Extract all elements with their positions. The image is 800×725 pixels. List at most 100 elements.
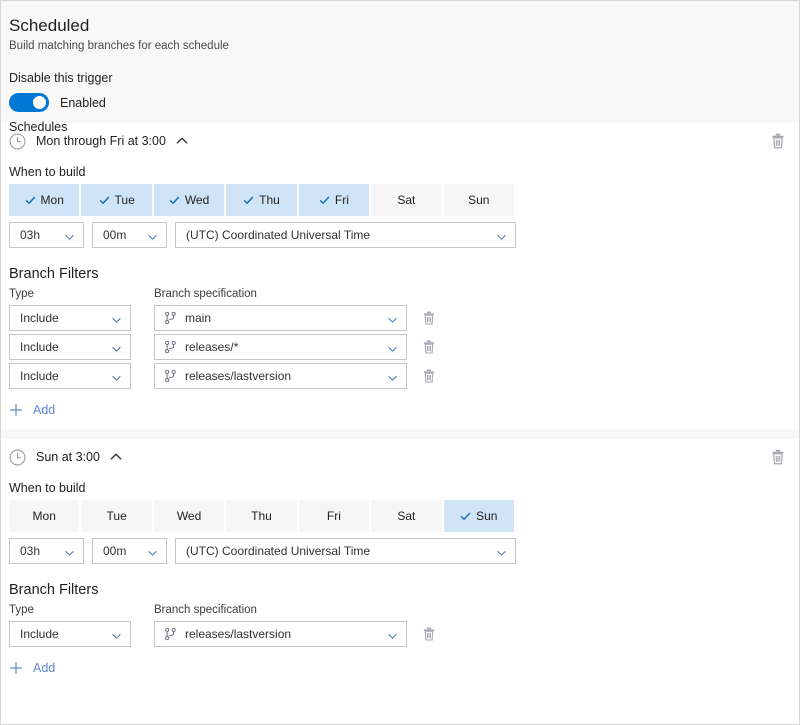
- branch-filter-row: Include main: [1, 305, 799, 331]
- clock-icon: [9, 449, 26, 466]
- branch-filter-row: Include releases/lastversion: [1, 363, 799, 389]
- day-toggle-thu[interactable]: Thu: [226, 500, 298, 532]
- day-selector: Mon Tue Wed Thu Fri SatSun: [9, 184, 514, 216]
- day-toggle-sun[interactable]: Sun: [444, 500, 514, 532]
- timezone-value: (UTC) Coordinated Universal Time: [176, 544, 370, 558]
- check-icon: [460, 511, 471, 522]
- branch-spec-select[interactable]: releases/lastversion: [154, 621, 407, 647]
- hour-value: 03h: [10, 228, 40, 242]
- clock-icon: [9, 133, 26, 150]
- hour-value: 03h: [10, 544, 40, 558]
- timezone-select[interactable]: (UTC) Coordinated Universal Time: [175, 222, 516, 248]
- day-label: Thu: [259, 193, 280, 207]
- day-toggle-fri[interactable]: Fri: [299, 184, 371, 216]
- day-toggle-sun[interactable]: Sun: [444, 184, 514, 216]
- day-toggle-thu[interactable]: Thu: [226, 184, 298, 216]
- chevron-down-icon: [64, 230, 75, 241]
- day-toggle-wed[interactable]: Wed: [154, 184, 226, 216]
- delete-filter-button[interactable]: [421, 368, 437, 384]
- day-selector: MonTue Wed Thu Fri Sat Sun: [9, 500, 514, 532]
- chevron-down-icon: [496, 546, 507, 557]
- branch-filters-column-headers: Type Branch specification: [1, 602, 799, 618]
- timezone-select[interactable]: (UTC) Coordinated Universal Time: [175, 538, 516, 564]
- day-toggle-mon[interactable]: Mon: [9, 184, 81, 216]
- chevron-down-icon: [111, 342, 122, 353]
- check-icon: [99, 195, 110, 206]
- day-toggle-tue[interactable]: Tue: [81, 184, 153, 216]
- minute-select[interactable]: 00m: [92, 538, 167, 564]
- branch-filters-column-headers: TypeBranch specification: [1, 286, 799, 302]
- filter-type-select[interactable]: Include: [9, 305, 131, 331]
- day-toggle-sat[interactable]: Sat: [371, 184, 443, 216]
- filter-type-select[interactable]: Include: [9, 334, 131, 360]
- branch-spec-select[interactable]: releases/lastversion: [154, 363, 407, 389]
- day-label: Sat: [397, 509, 415, 523]
- day-label: Wed: [177, 509, 201, 523]
- toggle-state-label: Enabled: [60, 96, 106, 110]
- day-toggle-sat[interactable]: Sat: [371, 500, 443, 532]
- day-label: Fri: [335, 193, 349, 207]
- disable-trigger-label: Disable this trigger: [9, 70, 791, 87]
- chevron-down-icon: [147, 546, 158, 557]
- branch-spec-column-header: Branch specification: [154, 602, 257, 618]
- day-toggle-fri[interactable]: Fri: [299, 500, 371, 532]
- chevron-down-icon: [387, 371, 398, 382]
- check-icon: [25, 195, 36, 206]
- filter-type-value: Include: [10, 311, 59, 325]
- check-icon: [319, 195, 330, 206]
- day-toggle-mon[interactable]: Mon: [9, 500, 81, 532]
- chevron-down-icon: [111, 629, 122, 640]
- minute-value: 00m: [93, 544, 126, 558]
- delete-schedule-button[interactable]: [769, 448, 787, 466]
- filter-type-value: Include: [10, 627, 59, 641]
- schedule-divider: [1, 429, 799, 439]
- branch-filter-row: Include releases/*: [1, 334, 799, 360]
- time-row: 03h 00m (UTC) Coordinated Universal Time: [9, 222, 791, 248]
- day-label: Tue: [115, 193, 135, 207]
- enable-trigger-toggle[interactable]: [9, 93, 49, 112]
- hour-select[interactable]: 03h: [9, 538, 84, 564]
- add-filter-button[interactable]: Add: [9, 661, 73, 675]
- page-header: Scheduled Build matching branches for ea…: [1, 1, 799, 123]
- git-branch-icon: [164, 312, 177, 325]
- time-row: 03h 00m (UTC) Coordinated Universal Time: [9, 538, 791, 564]
- chevron-down-icon: [64, 546, 75, 557]
- day-toggle-tue[interactable]: Tue: [81, 500, 153, 532]
- filter-type-value: Include: [10, 369, 59, 383]
- toggle-knob: [33, 96, 46, 109]
- delete-schedule-button[interactable]: [769, 132, 787, 150]
- chevron-down-icon: [387, 629, 398, 640]
- day-toggle-wed[interactable]: Wed: [154, 500, 226, 532]
- schedule-header: Mon through Fri at 3:00: [1, 123, 799, 159]
- hour-select[interactable]: 03h: [9, 222, 84, 248]
- filter-type-select[interactable]: Include: [9, 363, 131, 389]
- filter-type-select[interactable]: Include: [9, 621, 131, 647]
- schedule-summary: Mon through Fri at 3:00: [36, 134, 166, 148]
- chevron-down-icon: [111, 371, 122, 382]
- chevron-down-icon: [387, 342, 398, 353]
- type-column-header: Type: [9, 602, 139, 618]
- delete-filter-button[interactable]: [421, 626, 437, 642]
- type-column-header: Type: [9, 286, 139, 302]
- chevron-down-icon: [147, 230, 158, 241]
- check-icon: [243, 195, 254, 206]
- chevron-down-icon: [111, 313, 122, 324]
- branch-filters-title: Branch Filters: [1, 564, 799, 602]
- enable-trigger-toggle-row: Enabled: [9, 93, 791, 112]
- delete-filter-button[interactable]: [421, 310, 437, 326]
- branch-spec-select[interactable]: main: [154, 305, 407, 331]
- chevron-up-icon[interactable]: [175, 134, 189, 148]
- schedule-header: Sun at 3:00: [1, 439, 799, 475]
- schedules-list: Mon through Fri at 3:00When to buildMonT…: [1, 123, 799, 687]
- plus-icon: [9, 403, 23, 417]
- when-to-build-label: When to build: [1, 475, 799, 500]
- add-filter-button[interactable]: Add: [9, 403, 73, 417]
- chevron-up-icon[interactable]: [109, 450, 123, 464]
- minute-select[interactable]: 00m: [92, 222, 167, 248]
- check-icon: [169, 195, 180, 206]
- git-branch-icon: [164, 370, 177, 383]
- branch-spec-select[interactable]: releases/*: [154, 334, 407, 360]
- day-label: Thu: [251, 509, 272, 523]
- delete-filter-button[interactable]: [421, 339, 437, 355]
- page-subtitle: Build matching branches for each schedul…: [9, 39, 791, 54]
